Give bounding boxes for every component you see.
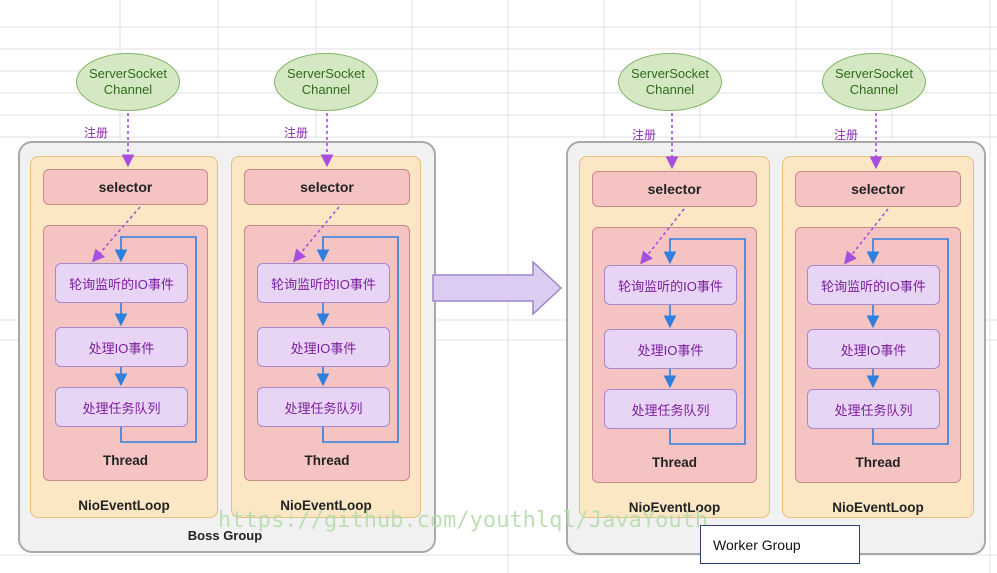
boss-register-label-1: 注册 (84, 126, 109, 140)
boss-thread-label-1: Thread (102, 453, 148, 468)
boss-server-socket-channel-1: ServerSocket Channel (76, 53, 180, 111)
channel-text-line2: Channel (103, 82, 153, 97)
channel-text-line1: ServerSocket (834, 66, 914, 81)
boss-selector-1: selector (43, 169, 208, 205)
boss-step-poll-2: 轮询监听的IO事件 (257, 263, 390, 303)
worker-step-process-io-2: 处理IO事件 (807, 329, 940, 369)
worker-loop-label-2: NioEventLoop (832, 500, 924, 515)
boss-step-process-io-2: 处理IO事件 (257, 327, 390, 367)
worker-server-socket-channel-2: ServerSocket Channel (822, 53, 926, 111)
boss-step-task-queue-2: 处理任务队列 (257, 387, 390, 427)
worker-selector-2: selector (795, 171, 961, 207)
channel-text-line1: ServerSocket (88, 66, 168, 81)
boss-step-poll-1: 轮询监听的IO事件 (55, 263, 188, 303)
boss-server-socket-channel-2: ServerSocket Channel (274, 53, 378, 111)
boss-loop-label-1: NioEventLoop (78, 498, 170, 513)
worker-step-task-queue-2: 处理任务队列 (807, 389, 940, 429)
worker-step-poll-1: 轮询监听的IO事件 (604, 265, 737, 305)
worker-step-task-queue-1: 处理任务队列 (604, 389, 737, 429)
boss-thread-label-2: Thread (304, 453, 350, 468)
channel-text-line2: Channel (301, 82, 351, 97)
worker-register-label-1: 注册 (632, 128, 657, 142)
channel-text-line1: ServerSocket (630, 66, 710, 81)
boss-step-process-io-1: 处理IO事件 (55, 327, 188, 367)
boss-register-label-2: 注册 (284, 126, 309, 140)
worker-selector-1: selector (592, 171, 757, 207)
worker-register-label-2: 注册 (834, 128, 859, 142)
worker-thread-label-2: Thread (855, 455, 901, 470)
worker-step-poll-2: 轮询监听的IO事件 (807, 265, 940, 305)
channel-text-line2: Channel (645, 82, 695, 97)
worker-thread-label-1: Thread (651, 455, 697, 470)
github-watermark: https://github.com/youthlql/JavaYouth (218, 508, 709, 533)
channel-text-line1: ServerSocket (286, 66, 366, 81)
worker-server-socket-channel-1: ServerSocket Channel (618, 53, 722, 111)
channel-text-line2: Channel (849, 82, 899, 97)
worker-step-process-io-1: 处理IO事件 (604, 329, 737, 369)
boss-selector-2: selector (244, 169, 410, 205)
worker-group-label: Worker Group (700, 525, 860, 564)
boss-step-task-queue-1: 处理任务队列 (55, 387, 188, 427)
